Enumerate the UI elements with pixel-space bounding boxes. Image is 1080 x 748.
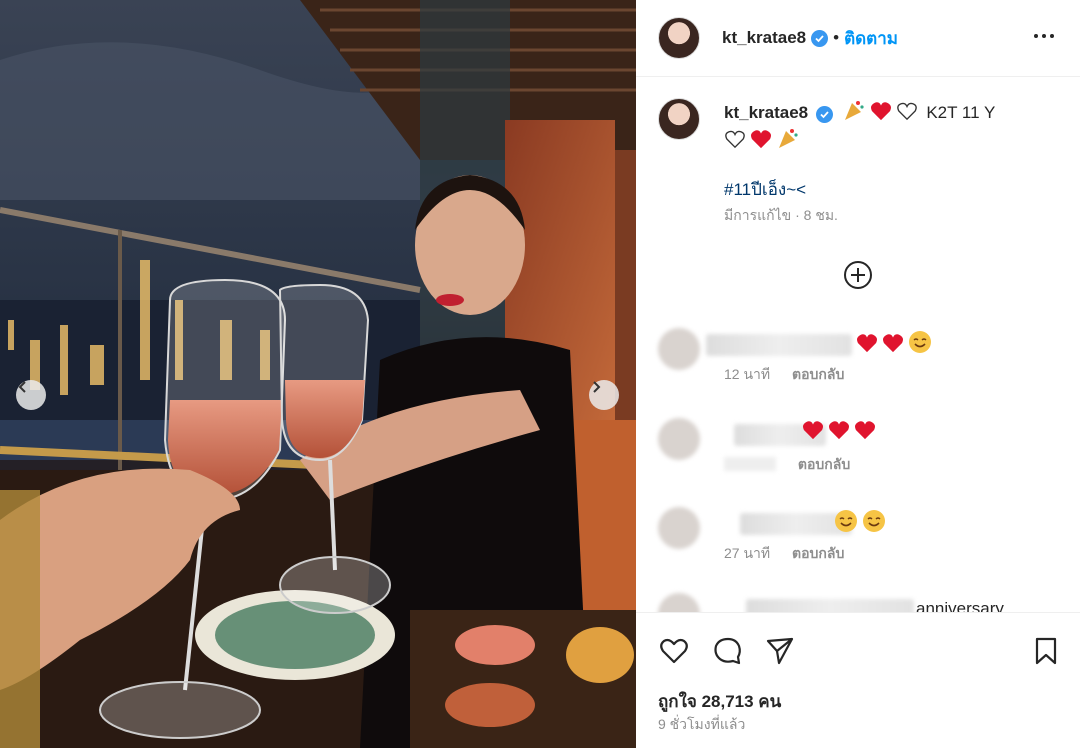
chevron-left-icon [18, 381, 26, 393]
white-heart-emoji-icon [896, 102, 917, 121]
more-options-icon[interactable] [1032, 24, 1056, 48]
chevron-right-icon [593, 381, 601, 393]
author-avatar[interactable] [658, 17, 700, 59]
caption-text: K2T 11 Y [926, 103, 996, 122]
caption-username[interactable]: kt_kratae8 [724, 103, 808, 122]
reply-button[interactable]: ตอบกลับ [792, 545, 844, 561]
comment-emojis [856, 330, 936, 355]
commenter-avatar[interactable] [658, 418, 700, 460]
post-header: kt_kratae8 • ติดตาม [636, 0, 1080, 77]
photo-scene [0, 0, 636, 748]
caption-text-line: kt_kratae8 K2T 11 Y [724, 98, 1044, 154]
smiling-hearts-emoji-icon [863, 510, 885, 532]
heart-outline-icon[interactable] [658, 635, 690, 667]
likes-count[interactable]: ถูกใจ 28,713 คน [658, 688, 781, 715]
header-separator: • [833, 28, 840, 47]
commenter-name-blurred [706, 334, 852, 356]
reply-button[interactable]: ตอบกลับ [792, 366, 844, 382]
smiling-hearts-emoji-icon [909, 331, 931, 353]
verified-badge-icon [815, 106, 833, 123]
previous-photo-button[interactable] [16, 380, 46, 410]
red-heart-emoji-icon [803, 421, 823, 440]
comment-time: 27 นาที [724, 545, 771, 561]
verified-badge-icon [811, 29, 829, 47]
plus-circle-icon[interactable] [842, 259, 874, 291]
paper-plane-icon[interactable] [764, 635, 796, 667]
comment-item: 27 นาที ตอบกลับ [658, 507, 1058, 567]
comment-meta: 27 นาที ตอบกลับ [724, 543, 862, 565]
comment-emojis [834, 509, 890, 534]
comment-item: 12 นาที ตอบกลับ [658, 328, 1058, 388]
comment-meta: ตอบกลับ [724, 454, 868, 476]
post-side-panel: kt_kratae8 • ติดตาม kt_kratae8 K2T 11 Y … [636, 0, 1080, 748]
red-heart-emoji-icon [857, 334, 877, 353]
red-heart-emoji-icon [855, 421, 875, 440]
smiling-hearts-emoji-icon [835, 510, 857, 532]
party-popper-emoji-icon [844, 101, 864, 120]
red-heart-emoji-icon [829, 421, 849, 440]
comment-time-blurred [724, 457, 776, 471]
author-username[interactable]: kt_kratae8 [722, 28, 806, 48]
comment-item: ตอบกลับ [658, 418, 1058, 478]
red-heart-emoji-icon [870, 102, 891, 121]
commenter-avatar[interactable] [658, 328, 700, 370]
red-heart-emoji-icon [751, 130, 771, 149]
post-photo[interactable] [0, 0, 636, 748]
bookmark-icon[interactable] [1030, 635, 1062, 667]
comment-emojis [802, 420, 880, 442]
next-photo-button[interactable] [589, 380, 619, 410]
post-time[interactable]: 9 ชั่วโมงที่แล้ว [658, 714, 745, 736]
comment-icon[interactable] [712, 635, 744, 667]
comment-meta: 12 นาที ตอบกลับ [724, 364, 862, 386]
caption-author-avatar[interactable] [658, 98, 700, 140]
post-actions: ถูกใจ 28,713 คน 9 ชั่วโมงที่แล้ว [636, 612, 1080, 748]
reply-button[interactable]: ตอบกลับ [798, 456, 850, 472]
commenter-avatar[interactable] [658, 507, 700, 549]
red-heart-emoji-icon [883, 334, 903, 353]
caption-hashtag[interactable]: #11ปีเอ็ง~< [724, 176, 806, 203]
white-heart-emoji-icon [725, 130, 745, 149]
follow-button[interactable]: ติดตาม [844, 25, 898, 52]
caption-edited-time: มีการแก้ไข · 8 ชม. [724, 207, 838, 223]
comment-time: 12 นาที [724, 366, 771, 382]
party-popper-emoji-icon [779, 129, 798, 148]
